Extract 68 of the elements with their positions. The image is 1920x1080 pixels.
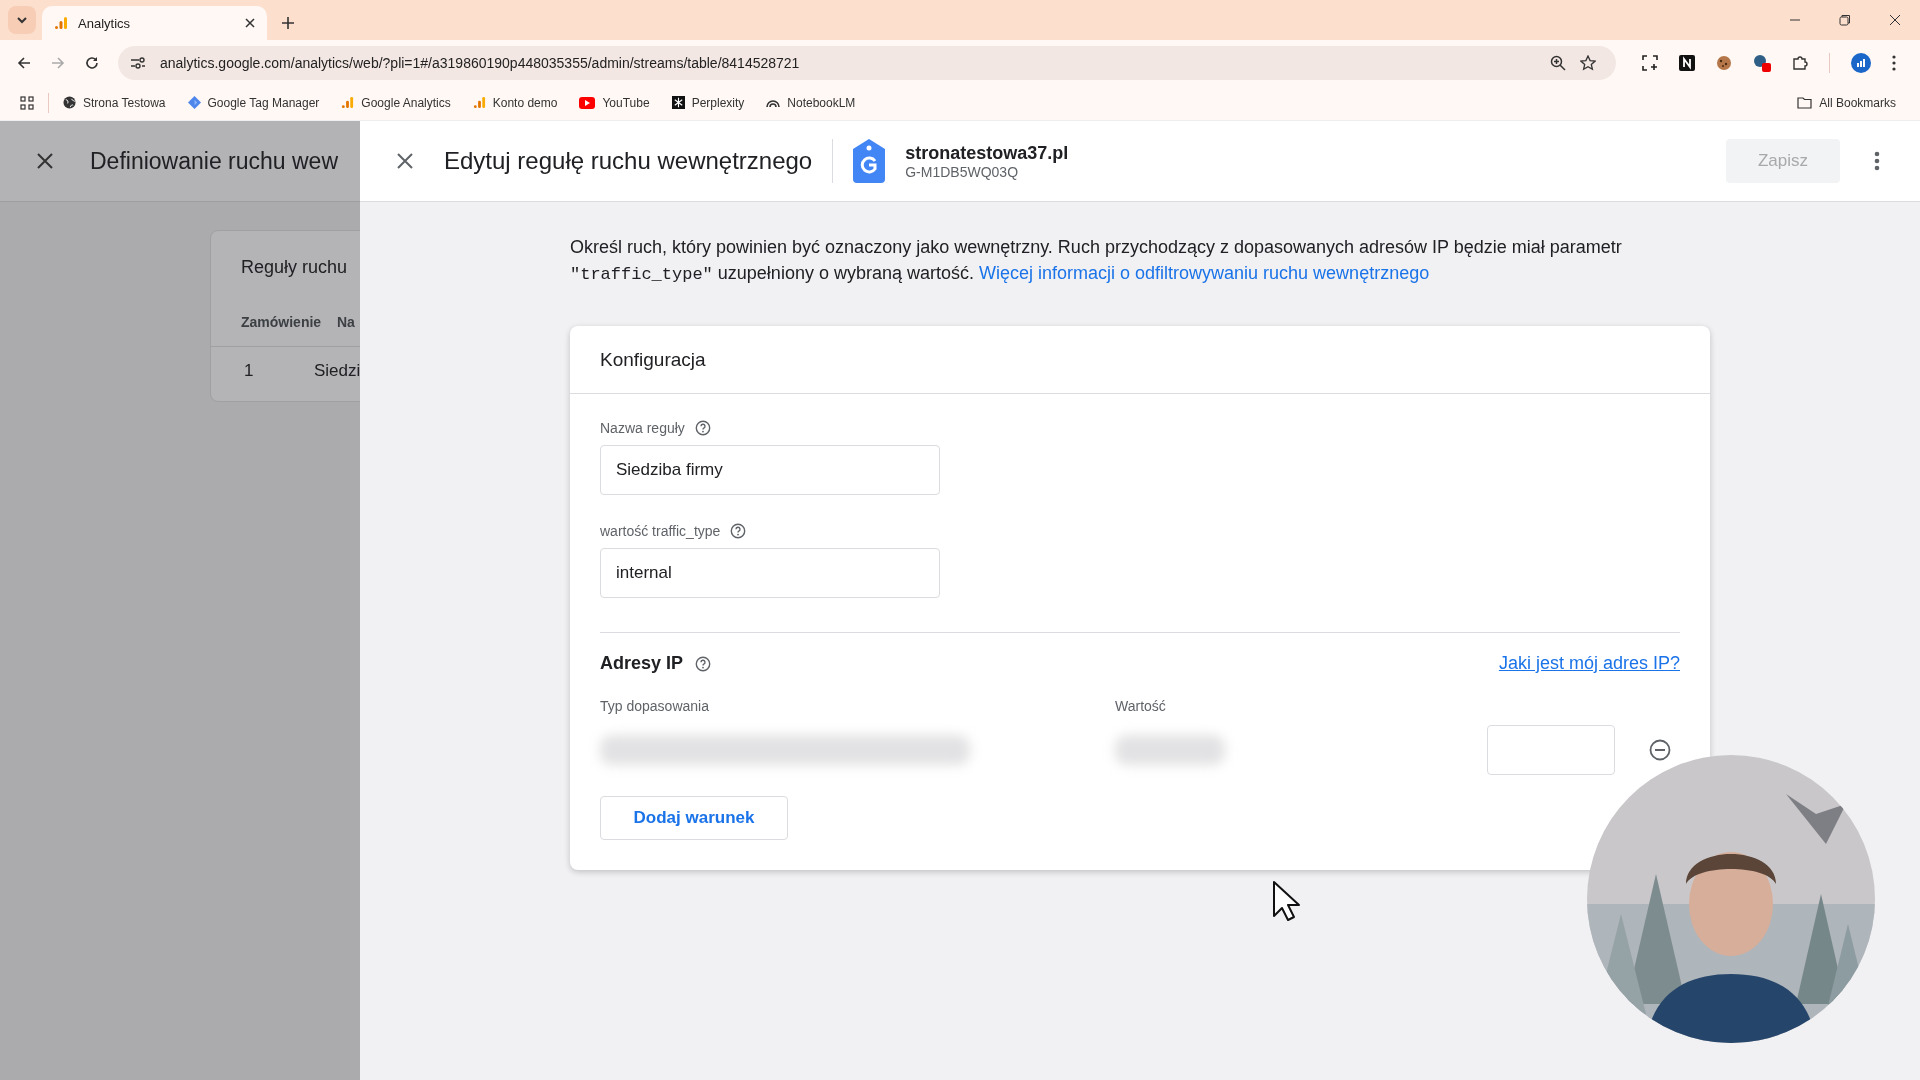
bookmark-item[interactable]: YouTube — [579, 95, 650, 110]
card-title: Konfiguracja — [570, 326, 1710, 394]
tab-list-button[interactable] — [8, 6, 36, 34]
bookmark-item[interactable]: Google Tag Manager — [187, 95, 320, 110]
column-label: Typ dopasowania — [600, 698, 710, 714]
bookmark-item[interactable]: Perplexity — [671, 95, 745, 110]
help-icon[interactable] — [695, 655, 712, 672]
bookmark-star-icon[interactable] — [1580, 54, 1596, 71]
reload-icon[interactable] — [84, 54, 100, 71]
analytics-icon — [54, 16, 68, 30]
tag-icon — [853, 139, 886, 183]
learn-more-link[interactable]: Więcej informacji o odfiltrowywaniu ruchu wewnętrznego — [979, 263, 1430, 283]
asterisk-icon — [671, 96, 685, 109]
column-label: Wartość — [1115, 698, 1166, 714]
bookmark-item[interactable]: NotebookLM — [766, 95, 856, 110]
extension-badge-icon[interactable] — [1753, 53, 1771, 72]
intro-paragraph: Określ ruch, który powinien być oznaczony jako wewnętrzny. Ruch przychodzący z dopasowanych adresów IP będzie miał parametr "traffic_type" uzupełniony o wybraną wartość. Więcej informacji o odfiltrowywaniu ruchu wewnętrznego — [570, 236, 1623, 286]
close-icon[interactable] — [36, 152, 54, 170]
card-title: Reguły ruchu — [240, 256, 349, 278]
bookmark-item[interactable]: Konto demo — [472, 95, 558, 110]
help-icon[interactable] — [730, 523, 747, 539]
zoom-icon[interactable] — [1550, 54, 1566, 71]
table-cell-text: 1 — [243, 361, 255, 381]
table-cell: Siedzi — [314, 361, 360, 381]
all-bookmarks-button[interactable]: All Bookmarks — [1797, 95, 1896, 110]
site-settings-icon[interactable] — [130, 55, 146, 70]
remove-icon[interactable] — [1649, 739, 1671, 761]
input-field[interactable]: Siedziba firmy — [600, 445, 940, 495]
browser-tab[interactable]: Analytics — [42, 6, 267, 40]
mouse-pointer-icon — [1272, 880, 1300, 922]
close-window-icon[interactable] — [1889, 14, 1901, 26]
add-condition-button[interactable]: Dodaj warunek — [600, 796, 788, 840]
section-title: Adresy IP — [600, 653, 684, 674]
input-field[interactable]: internal — [600, 548, 940, 598]
drawer-title: Edytuj regułę ruchu wewnętrznego — [444, 147, 813, 175]
field-label: wartość traffic_type — [600, 523, 721, 539]
cookie-icon[interactable] — [1716, 54, 1732, 71]
folder-icon — [1797, 96, 1813, 109]
field-label: Nazwa reguły — [600, 420, 685, 436]
column-header: Zamówienie — [241, 314, 323, 330]
apps-grid-icon[interactable] — [20, 95, 34, 110]
input-field[interactable] — [1487, 725, 1615, 775]
column-header: Na — [337, 314, 355, 330]
screenshot-icon[interactable] — [1642, 54, 1658, 71]
property-name: stronatestowa37.pl — [905, 142, 1069, 164]
play-icon — [579, 96, 596, 109]
close-icon[interactable] — [245, 18, 255, 28]
analytics-icon — [472, 96, 486, 109]
browser-menu-icon[interactable] — [1892, 54, 1896, 71]
measurement-id: G-M1DB5WQ03Q — [905, 163, 1020, 180]
my-ip-link[interactable]: Jaki jest mój adres IP? — [1498, 653, 1680, 674]
notebook-icon — [766, 97, 781, 108]
close-icon[interactable] — [396, 152, 414, 170]
bookmark-item[interactable]: Google Analytics — [341, 95, 451, 110]
address-bar[interactable]: analytics.google.com/analytics/web/?pli=1#/a319860190p448035355/admin/streams/table/8414528721 — [118, 45, 1616, 80]
help-icon[interactable] — [694, 420, 711, 436]
more-options-icon[interactable] — [1874, 151, 1880, 171]
puzzle-icon[interactable] — [1792, 54, 1808, 71]
globe-icon — [63, 96, 76, 109]
back-icon[interactable] — [16, 54, 32, 71]
restore-icon[interactable] — [1839, 14, 1851, 26]
profile-avatar-icon[interactable] — [1851, 52, 1871, 73]
notion-icon[interactable] — [1679, 54, 1695, 71]
analytics-icon — [341, 96, 355, 109]
new-tab-icon[interactable] — [281, 16, 295, 30]
page-title: Definiowanie ruchu wew — [90, 147, 338, 175]
bookmark-item[interactable]: Strona Testowa — [63, 95, 166, 110]
diamond-icon — [187, 96, 201, 109]
